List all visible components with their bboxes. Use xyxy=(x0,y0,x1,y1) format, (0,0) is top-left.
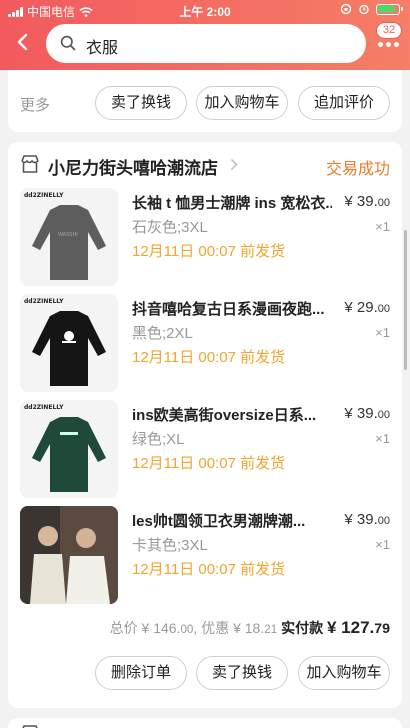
order-item[interactable]: dd2ZINELLY 抖音嘻哈复古日系漫画夜跑... ¥ 29.00 黑色;2X… xyxy=(20,294,390,394)
status-bar: 中国电信 上午 2:00 xyxy=(0,0,410,20)
product-thumbnail[interactable] xyxy=(20,506,118,604)
total-label: 总价 xyxy=(109,620,138,636)
product-price: ¥ 29.00 xyxy=(344,299,390,316)
sell-button[interactable]: 卖了换钱 xyxy=(95,86,187,120)
product-price: ¥ 39.00 xyxy=(344,511,390,528)
svg-text:dd2ZINELLY: dd2ZINELLY xyxy=(24,404,64,411)
order-item[interactable]: dd2ZINELLY ins欧美高街oversize日系... ¥ 39.00 … xyxy=(20,400,390,500)
sell-button[interactable]: 卖了换钱 xyxy=(196,656,288,690)
shop-header[interactable]: 小尼力街头嘻哈潮流店 交易成功 xyxy=(20,154,390,179)
product-price: ¥ 39.00 xyxy=(344,405,390,422)
model-photo xyxy=(20,506,118,604)
message-count-badge: 32 xyxy=(376,22,402,39)
search-icon xyxy=(60,35,76,51)
svg-text:dd2ZINELLY: dd2ZINELLY xyxy=(24,298,64,305)
svg-text:WASSHI: WASSHI xyxy=(58,232,78,238)
product-title: 抖音嘻哈复古日系漫画夜跑... xyxy=(132,301,325,318)
search-input[interactable]: 衣服 xyxy=(46,24,366,63)
header-bar: 中国电信 上午 2:00 衣服 32 xyxy=(0,0,410,70)
shirt-image: dd2ZINELLY xyxy=(24,404,106,492)
order-status: 交易成功 xyxy=(325,161,390,178)
product-thumbnail[interactable]: dd2ZINELLY WASSHI xyxy=(20,188,118,286)
delete-order-button[interactable]: 删除订单 xyxy=(95,656,187,690)
add-to-cart-button[interactable]: 加入购物车 xyxy=(196,86,288,120)
back-arrow-icon[interactable] xyxy=(14,32,32,52)
more-link[interactable]: 更多 xyxy=(20,94,50,115)
order-item[interactable]: dd2ZINELLY WASSHI 长袖 t 恤男士潮牌 ins 宽松衣... … xyxy=(20,188,390,288)
battery-icon xyxy=(376,3,403,15)
add-review-button[interactable]: 追加评价 xyxy=(298,86,390,120)
product-title: 长袖 t 恤男士潮牌 ins 宽松衣... xyxy=(132,195,332,212)
product-quantity: ×1 xyxy=(375,219,390,234)
ship-deadline: 12月11日 00:07 前发货 xyxy=(132,561,286,578)
shirt-image: dd2ZINELLY WASSHI xyxy=(24,192,106,280)
product-sku: 黑色;2XL xyxy=(132,325,193,342)
shirt-image: dd2ZINELLY xyxy=(24,298,106,386)
shop-icon xyxy=(21,155,39,173)
next-order-card xyxy=(8,718,402,728)
product-quantity: ×1 xyxy=(375,537,390,552)
order-card: 小尼力街头嘻哈潮流店 交易成功 dd2ZINELLY WASSHI 长袖 t 恤… xyxy=(8,142,402,708)
product-quantity: ×1 xyxy=(375,431,390,446)
product-price: ¥ 39.00 xyxy=(344,193,390,210)
product-sku: 石灰色;3XL xyxy=(132,219,208,236)
ship-deadline: 12月11日 00:07 前发货 xyxy=(132,455,286,472)
more-dots-icon xyxy=(378,42,399,47)
previous-order-card: 更多 卖了换钱 加入购物车 追加评价 xyxy=(8,70,402,132)
product-quantity: ×1 xyxy=(375,325,390,340)
product-title: ins欧美高街oversize日系... xyxy=(132,407,317,424)
product-thumbnail[interactable]: dd2ZINELLY xyxy=(20,294,118,392)
order-item[interactable]: les帅t圆领卫衣男潮牌潮... ¥ 39.00 卡其色;3XL ×1 12月1… xyxy=(20,506,390,606)
total-price: ¥ 146.00 xyxy=(141,620,194,636)
lock-rotation-icon xyxy=(340,3,352,15)
search-query: 衣服 xyxy=(86,40,119,57)
product-thumbnail[interactable]: dd2ZINELLY xyxy=(20,400,118,498)
chevron-right-icon xyxy=(230,158,238,171)
product-title: les帅t圆领卫衣男潮牌潮... xyxy=(132,513,306,530)
alarm-icon xyxy=(359,4,369,15)
shop-name[interactable]: 小尼力街头嘻哈潮流店 xyxy=(48,154,218,179)
svg-text:dd2ZINELLY: dd2ZINELLY xyxy=(24,192,64,199)
discount-label: 优惠 xyxy=(201,620,230,636)
add-to-cart-button[interactable]: 加入购物车 xyxy=(298,656,390,690)
product-sku: 卡其色;3XL xyxy=(132,537,208,554)
paid-label: 实付款 xyxy=(281,620,324,636)
discount-amount: ¥ 18.21 xyxy=(233,620,278,636)
scrollbar[interactable] xyxy=(404,230,407,370)
ship-deadline: 12月11日 00:07 前发货 xyxy=(132,243,286,260)
ship-deadline: 12月11日 00:07 前发货 xyxy=(132,349,286,366)
paid-amount: ¥ 127.79 xyxy=(326,618,390,637)
shop-icon xyxy=(22,725,38,728)
order-total: 总价 ¥ 146.00, 优惠 ¥ 18.21 实付款 ¥ 127.79 xyxy=(109,618,390,637)
product-sku: 绿色;XL xyxy=(132,431,185,448)
